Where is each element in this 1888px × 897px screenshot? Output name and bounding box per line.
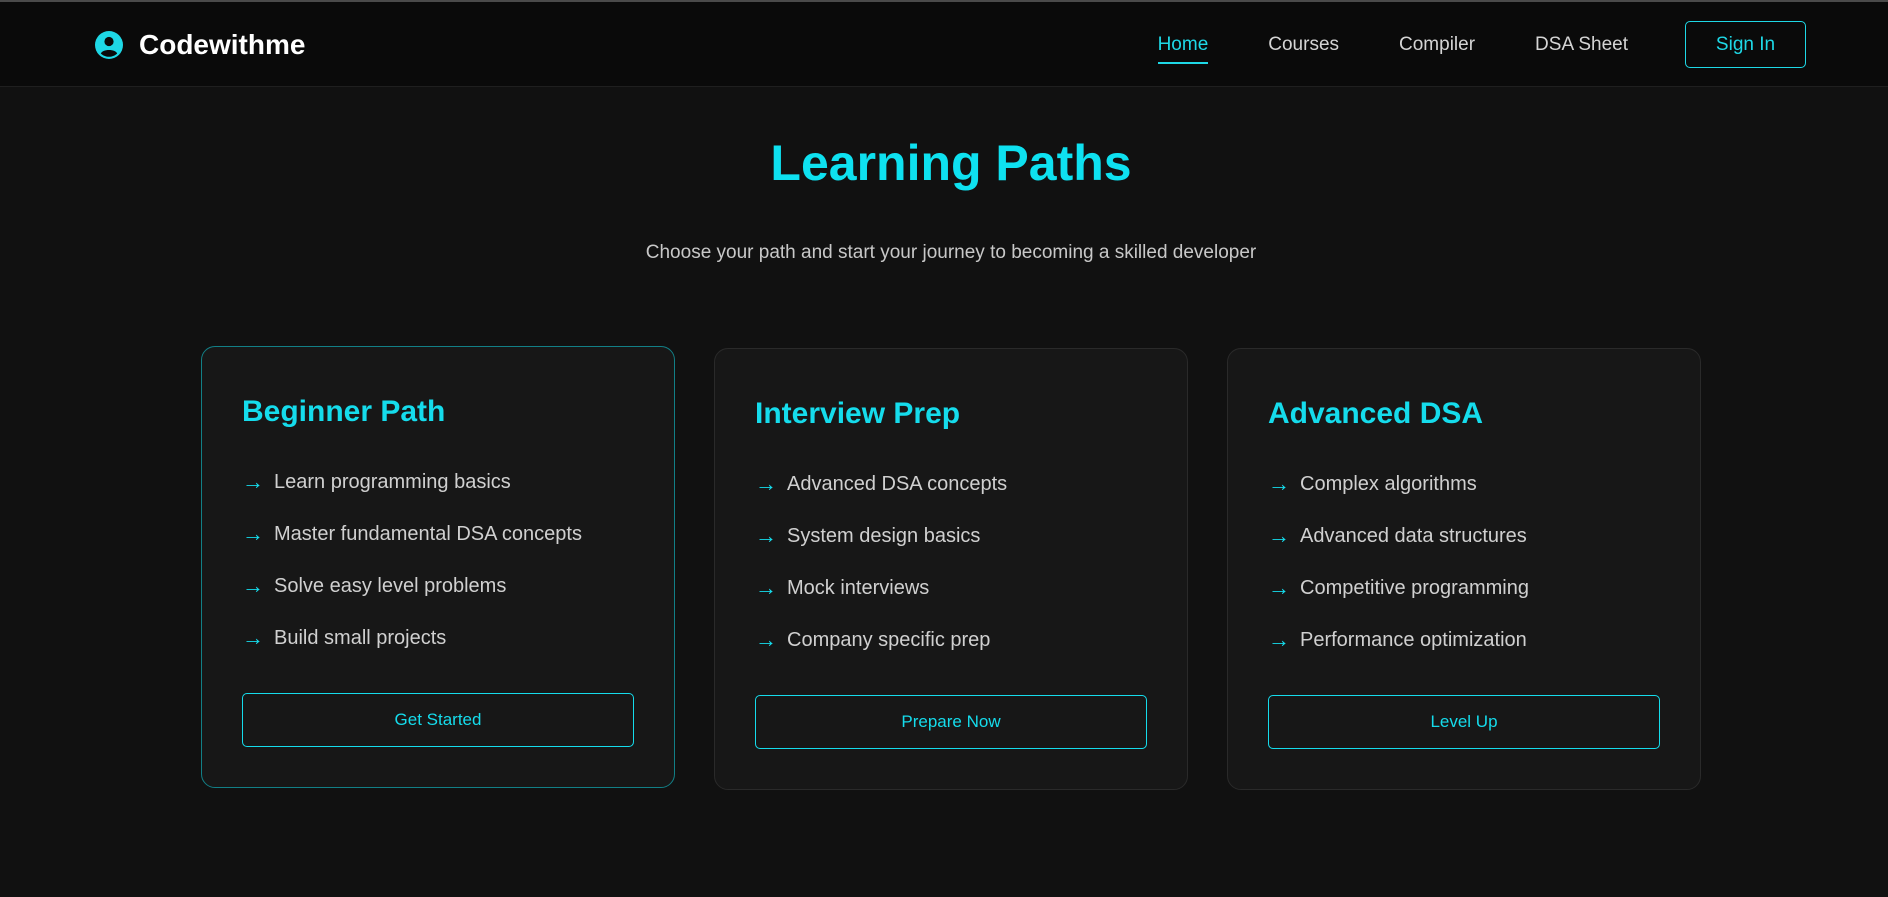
list-item: → Advanced DSA concepts [755,471,1008,496]
arrow-right-icon: → [1268,523,1290,548]
sign-in-button[interactable]: Sign In [1685,21,1806,68]
list-item: → Build small projects [242,625,582,650]
arrow-right-icon: → [242,469,264,494]
arrow-right-icon: → [755,471,777,496]
arrow-right-icon: → [755,575,777,600]
arrow-right-icon: → [1268,627,1290,652]
list-item: → Advanced data structures [1268,523,1529,548]
list-item-text: Competitive programming [1300,576,1529,599]
brand-name: Codewithme [139,29,306,60]
feature-list: → Learn programming basics → Master fundam… [242,469,582,678]
path-card-advanced: Advanced DSA → Complex algorithms → Advanc… [1227,348,1701,790]
list-item: → Competitive programming [1268,575,1529,600]
arrow-right-icon: → [1268,471,1290,496]
user-circle-icon [95,31,123,59]
get-started-button[interactable]: Get Started [242,693,634,747]
page-subtitle: Choose your path and start your journey … [645,242,1257,263]
navbar: Codewithme Home Courses Compiler DSA She… [0,2,1888,87]
nav-link-dsa-sheet[interactable]: DSA Sheet [1535,34,1628,64]
arrow-right-icon: → [755,627,777,652]
brand[interactable]: Codewithme [94,29,305,61]
nav-link-courses[interactable]: Courses [1268,34,1339,64]
arrow-right-icon: → [242,573,264,598]
list-item-text: System design basics [787,524,981,547]
list-item-text: Complex algorithms [1300,472,1477,495]
card-title: Beginner Path [242,395,446,428]
nav-link-home[interactable]: Home [1157,34,1209,64]
feature-list: → Advanced DSA concepts → System design ba… [755,471,1008,680]
card-title: Advanced DSA [1268,397,1484,430]
list-item-text: Performance optimization [1300,628,1527,651]
list-item: → Complex algorithms [1268,471,1529,496]
arrow-right-icon: → [242,625,264,650]
list-item: → System design basics [755,523,1007,548]
list-item: → Solve easy level problems [242,573,582,598]
arrow-right-icon: → [755,523,777,548]
feature-list: → Complex algorithms → Advanced data struc… [1268,471,1529,680]
card-title: Interview Prep [755,397,961,430]
path-card-beginner: Beginner Path → Learn programming basics … [201,346,675,788]
list-item-text: Mock interviews [787,576,930,599]
path-card-interview: Interview Prep → Advanced DSA concepts → S… [714,348,1188,790]
list-item-text: Solve easy level problems [274,574,507,597]
page-title: Learning Paths [770,135,1132,191]
list-item-text: Master fundamental DSA concepts [274,522,582,545]
list-item: → Mock interviews [755,575,1007,600]
list-item-text: Learn programming basics [274,470,511,493]
nav-links: Home Courses Compiler DSA Sheet [1157,34,1628,64]
nav-link-compiler[interactable]: Compiler [1399,34,1475,64]
list-item: → Performance optimization [1268,627,1529,652]
list-item: → Company specific prep [755,627,1007,652]
list-item-text: Company specific prep [787,628,991,651]
list-item: → Master fundamental DSA concepts [242,521,582,546]
level-up-button[interactable]: Level Up [1268,695,1660,749]
list-item-text: Advanced DSA concepts [787,472,1008,495]
list-item-text: Build small projects [274,626,447,649]
list-item-text: Advanced data structures [1300,524,1527,547]
prepare-now-button[interactable]: Prepare Now [755,695,1147,749]
arrow-right-icon: → [1268,575,1290,600]
arrow-right-icon: → [242,521,264,546]
list-item: → Learn programming basics [242,469,582,494]
